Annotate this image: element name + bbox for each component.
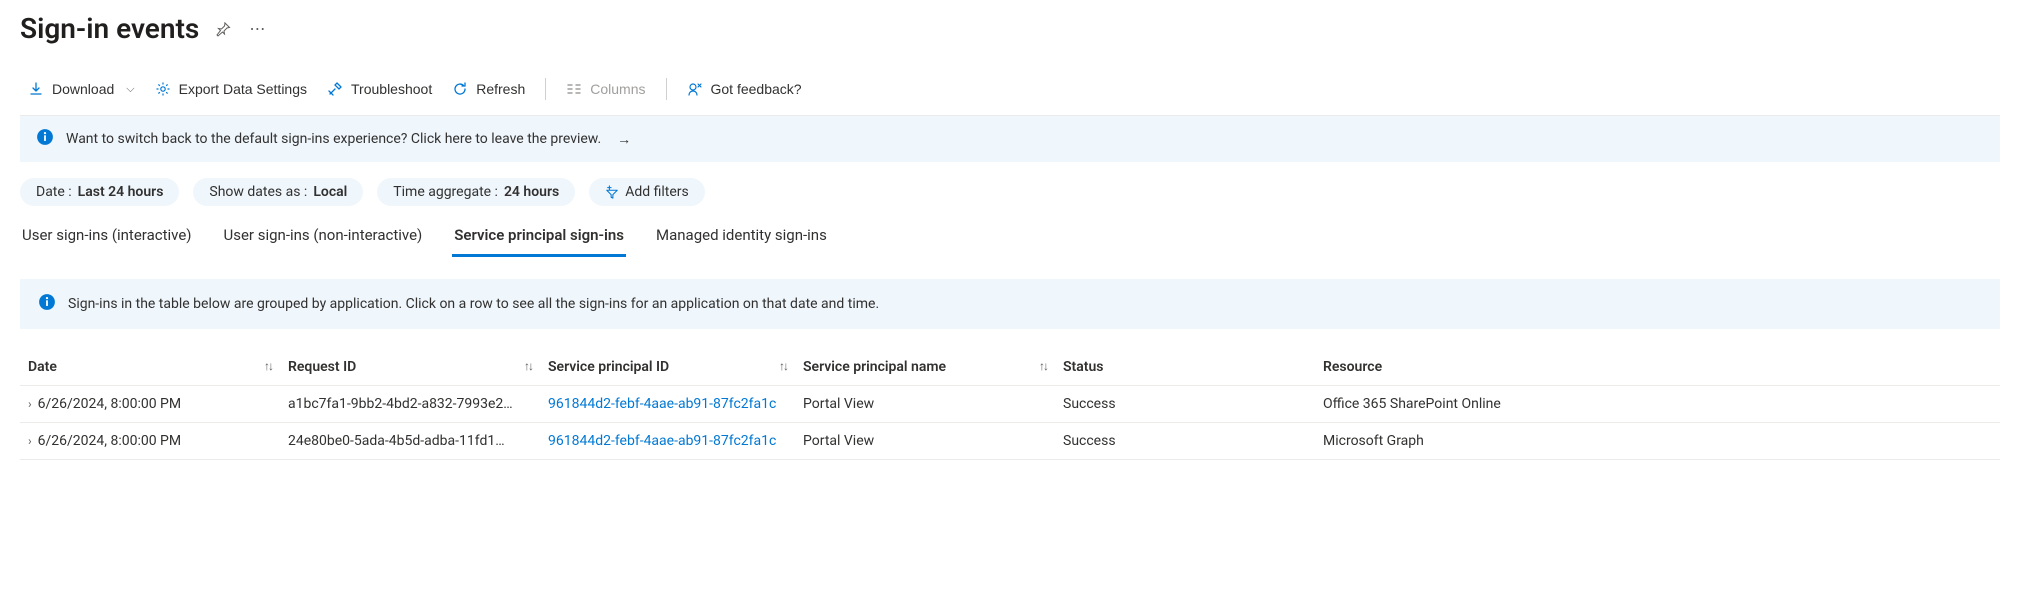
feedback-icon	[687, 81, 703, 97]
chevron-right-icon[interactable]: ›	[28, 434, 32, 448]
cell-status: Success	[1055, 423, 1315, 460]
cell-date: 6/26/2024, 8:00:00 PM	[38, 396, 182, 412]
sort-icon[interactable]: ↑↓	[779, 359, 787, 373]
page-title: Sign-in events	[20, 12, 199, 45]
cell-sp-name: Portal View	[795, 423, 1055, 460]
filter-date[interactable]: Date : Last 24 hours	[20, 178, 179, 206]
columns-label: Columns	[590, 81, 645, 97]
sort-icon[interactable]: ↑↓	[524, 359, 532, 373]
refresh-button[interactable]: Refresh	[444, 75, 533, 103]
preview-banner[interactable]: Want to switch back to the default sign-…	[20, 116, 2000, 162]
cell-sp-id[interactable]: 961844d2-febf-4aae-ab91-87fc2fa1c	[540, 423, 795, 460]
chevron-down-icon: ⌵	[126, 83, 134, 96]
refresh-icon	[452, 81, 468, 97]
command-bar: Download ⌵ Export Data Settings Troubles…	[20, 69, 2000, 116]
download-button[interactable]: Download ⌵	[20, 75, 143, 103]
feedback-label: Got feedback?	[711, 81, 802, 97]
tab-managed-identity[interactable]: Managed identity sign-ins	[654, 220, 829, 257]
grouping-notice-text: Sign-ins in the table below are grouped …	[68, 296, 879, 312]
filter-show-dates-label: Show dates as :	[209, 184, 307, 200]
add-filters-button[interactable]: Add filters	[589, 178, 705, 206]
table-row[interactable]: › 6/26/2024, 8:00:00 PM 24e80be0-5ada-4b5…	[20, 423, 2000, 460]
info-icon	[36, 128, 54, 150]
sort-icon[interactable]: ↑↓	[1039, 359, 1047, 373]
col-sp-id[interactable]: Service principal ID↑↓	[540, 349, 795, 386]
filter-date-value: Last 24 hours	[78, 184, 164, 200]
columns-button: Columns	[558, 75, 653, 103]
filter-show-dates[interactable]: Show dates as : Local	[193, 178, 363, 206]
tab-user-interactive[interactable]: User sign-ins (interactive)	[20, 220, 194, 257]
troubleshoot-icon	[327, 81, 343, 97]
grouping-notice: Sign-ins in the table below are grouped …	[20, 279, 2000, 329]
tab-service-principal[interactable]: Service principal sign-ins	[452, 220, 626, 257]
filter-date-label: Date :	[36, 184, 72, 200]
separator	[666, 78, 667, 100]
filter-time-aggregate[interactable]: Time aggregate : 24 hours	[377, 178, 575, 206]
feedback-button[interactable]: Got feedback?	[679, 75, 810, 103]
cell-request-id: a1bc7fa1-9bb2-4bd2-a832-7993e2…	[280, 386, 540, 423]
export-label: Export Data Settings	[179, 81, 307, 97]
filters-row: Date : Last 24 hours Show dates as : Loc…	[20, 178, 2000, 206]
add-filters-label: Add filters	[625, 184, 689, 200]
col-status[interactable]: Status	[1055, 349, 1315, 386]
col-date[interactable]: Date↑↓	[20, 349, 280, 386]
export-data-settings-button[interactable]: Export Data Settings	[147, 75, 315, 103]
pin-icon[interactable]	[213, 19, 233, 39]
filter-time-agg-label: Time aggregate :	[393, 184, 498, 200]
cell-date: 6/26/2024, 8:00:00 PM	[38, 433, 182, 449]
chevron-right-icon[interactable]: ›	[28, 397, 32, 411]
separator	[545, 78, 546, 100]
signins-table: Date↑↓ Request ID↑↓ Service principal ID…	[20, 349, 2000, 460]
signins-tabs: User sign-ins (interactive) User sign-in…	[20, 220, 2000, 257]
preview-banner-text: Want to switch back to the default sign-…	[66, 131, 601, 147]
col-request-id[interactable]: Request ID↑↓	[280, 349, 540, 386]
download-label: Download	[52, 81, 114, 97]
tab-user-noninteractive[interactable]: User sign-ins (non-interactive)	[222, 220, 425, 257]
filter-time-agg-value: 24 hours	[504, 184, 559, 200]
col-resource[interactable]: Resource	[1315, 349, 2000, 386]
cell-sp-name: Portal View	[795, 386, 1055, 423]
info-icon	[38, 293, 56, 315]
table-row[interactable]: › 6/26/2024, 8:00:00 PM a1bc7fa1-9bb2-4bd…	[20, 386, 2000, 423]
download-icon	[28, 81, 44, 97]
cell-request-id: 24e80be0-5ada-4b5d-adba-11fd1…	[280, 423, 540, 460]
filter-show-dates-value: Local	[313, 184, 347, 200]
troubleshoot-button[interactable]: Troubleshoot	[319, 75, 440, 103]
cell-status: Success	[1055, 386, 1315, 423]
add-filter-icon	[605, 185, 619, 199]
refresh-label: Refresh	[476, 81, 525, 97]
cell-resource: Office 365 SharePoint Online	[1315, 386, 2000, 423]
title-row: Sign-in events ⋯	[20, 12, 2000, 45]
gear-icon	[155, 81, 171, 97]
troubleshoot-label: Troubleshoot	[351, 81, 432, 97]
col-sp-name[interactable]: Service principal name↑↓	[795, 349, 1055, 386]
more-icon[interactable]: ⋯	[247, 19, 267, 39]
cell-sp-id[interactable]: 961844d2-febf-4aae-ab91-87fc2fa1c	[540, 386, 795, 423]
arrow-right-icon: →	[617, 131, 631, 148]
columns-icon	[566, 81, 582, 97]
cell-resource: Microsoft Graph	[1315, 423, 2000, 460]
sort-icon[interactable]: ↑↓	[264, 359, 272, 373]
